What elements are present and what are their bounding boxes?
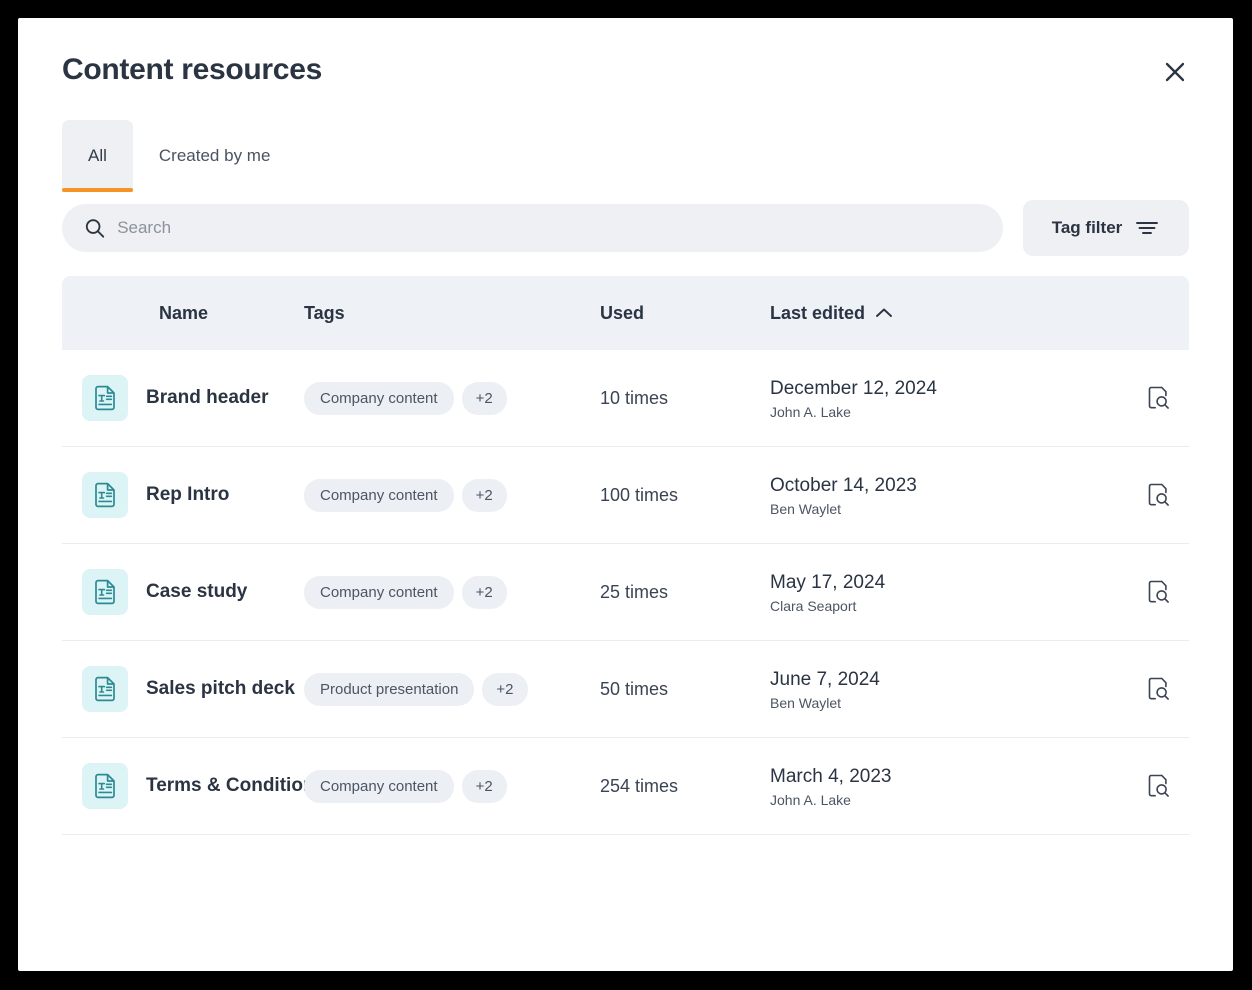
tag-overflow-pill[interactable]: +2 xyxy=(461,478,507,512)
cell-used-count: 25 times xyxy=(600,581,669,602)
page-title: Content resources xyxy=(62,53,322,86)
last-edited-author: Ben Waylet xyxy=(770,694,842,711)
tag-pill[interactable]: Company content xyxy=(304,381,454,415)
cell-used-count: 10 times xyxy=(600,387,669,408)
cell-used-count: 254 times xyxy=(600,775,679,796)
content-resources-modal: Content resources All Created by me Sear… xyxy=(18,18,1233,971)
document-preview-icon xyxy=(1148,580,1169,603)
cell-name: Case study xyxy=(62,569,304,615)
last-edited-date: May 17, 2024 xyxy=(770,572,886,594)
tag-pill[interactable]: Company content xyxy=(304,478,454,512)
last-edited-date: June 7, 2024 xyxy=(770,669,880,691)
column-header-last-edited-label: Last edited xyxy=(770,302,866,323)
table-row[interactable]: Sales pitch deck Product presentation +2… xyxy=(62,641,1189,738)
column-header-used-label: Used xyxy=(600,302,645,323)
tag-pill[interactable]: Product presentation xyxy=(304,672,475,706)
cell-used-count: 100 times xyxy=(600,484,679,505)
last-edited-date: March 4, 2023 xyxy=(770,766,892,788)
search-row: Tag filter xyxy=(18,200,1233,256)
cell-last-edited: March 4, 2023 John A. Lake xyxy=(770,764,1127,808)
column-header-name[interactable]: Name xyxy=(62,303,304,324)
table-row[interactable]: Rep Intro Company content +2 100 times O… xyxy=(62,447,1189,544)
last-edited-author: Ben Waylet xyxy=(770,500,842,517)
preview-button[interactable] xyxy=(1127,480,1189,510)
resource-name: Brand header xyxy=(146,387,269,408)
cell-used-count: 50 times xyxy=(600,678,669,699)
document-preview-icon xyxy=(1148,677,1169,700)
table-row[interactable]: Terms & Conditions Company content +2 25… xyxy=(62,738,1189,835)
last-edited-author: John A. Lake xyxy=(770,403,851,420)
preview-button[interactable] xyxy=(1127,771,1189,801)
document-preview-icon xyxy=(1148,386,1169,409)
resource-name: Case study xyxy=(146,581,248,602)
screen-root: Content resources All Created by me Sear… xyxy=(0,0,1252,990)
cell-name: Rep Intro xyxy=(62,472,304,518)
table-body: Brand header Company content +2 10 times… xyxy=(62,350,1189,835)
filter-icon xyxy=(1136,222,1159,234)
search-icon xyxy=(85,219,105,238)
preview-button[interactable] xyxy=(1127,383,1189,413)
column-header-used[interactable]: Used xyxy=(600,303,770,324)
tag-overflow-pill[interactable]: +2 xyxy=(461,575,507,609)
text-document-icon xyxy=(82,666,128,712)
text-document-icon xyxy=(82,472,128,518)
cell-tags: Company content +2 xyxy=(304,478,600,512)
column-header-last-edited[interactable]: Last edited xyxy=(770,303,1127,324)
tag-pill[interactable]: Company content xyxy=(304,575,454,609)
column-header-tags-label: Tags xyxy=(304,302,345,323)
document-preview-icon xyxy=(1148,774,1169,797)
preview-button[interactable] xyxy=(1127,674,1189,704)
cell-last-edited: May 17, 2024 Clara Seaport xyxy=(770,570,1127,614)
tab-created-by-me-label: Created by me xyxy=(158,146,271,165)
cell-name: Brand header xyxy=(62,375,304,421)
column-header-name-label: Name xyxy=(159,302,209,323)
document-preview-icon xyxy=(1148,483,1169,506)
tab-created-by-me[interactable]: Created by me xyxy=(133,120,297,192)
search-input[interactable] xyxy=(117,204,981,252)
resource-name: Sales pitch deck xyxy=(146,678,295,699)
tab-all[interactable]: All xyxy=(62,120,133,192)
chevron-up-icon xyxy=(876,308,892,317)
close-icon xyxy=(1165,62,1185,82)
tag-overflow-pill[interactable]: +2 xyxy=(461,381,507,415)
preview-button[interactable] xyxy=(1127,577,1189,607)
close-button[interactable] xyxy=(1157,54,1193,90)
modal-header: Content resources xyxy=(18,18,1233,90)
last-edited-author: Clara Seaport xyxy=(770,597,857,614)
resource-name: Terms & Conditions xyxy=(146,775,326,796)
cell-tags: Product presentation +2 xyxy=(304,672,600,706)
cell-tags: Company content +2 xyxy=(304,575,600,609)
table-header-row: Name Tags Used Last edited xyxy=(62,276,1189,350)
cell-tags: Company content +2 xyxy=(304,769,600,803)
cell-last-edited: June 7, 2024 Ben Waylet xyxy=(770,667,1127,711)
resource-name: Rep Intro xyxy=(146,484,230,505)
tag-filter-button[interactable]: Tag filter xyxy=(1023,200,1189,256)
last-edited-date: December 12, 2024 xyxy=(770,378,937,400)
last-edited-author: John A. Lake xyxy=(770,791,851,808)
tag-filter-label: Tag filter xyxy=(1051,218,1123,237)
last-edited-date: October 14, 2023 xyxy=(770,475,917,497)
tag-overflow-pill[interactable]: +2 xyxy=(482,672,528,706)
search-box[interactable] xyxy=(62,204,1003,252)
cell-tags: Company content +2 xyxy=(304,381,600,415)
cell-name: Sales pitch deck xyxy=(62,666,304,712)
tab-all-label: All xyxy=(88,146,107,165)
text-document-icon xyxy=(82,569,128,615)
tab-bar: All Created by me xyxy=(18,120,1233,192)
table-row[interactable]: Brand header Company content +2 10 times… xyxy=(62,350,1189,447)
column-header-tags[interactable]: Tags xyxy=(304,303,600,324)
text-document-icon xyxy=(82,375,128,421)
tag-overflow-pill[interactable]: +2 xyxy=(461,769,507,803)
cell-last-edited: December 12, 2024 John A. Lake xyxy=(770,376,1127,420)
resources-table: Name Tags Used Last edited Brand header … xyxy=(18,276,1233,835)
cell-name: Terms & Conditions xyxy=(62,763,325,809)
table-row[interactable]: Case study Company content +2 25 times M… xyxy=(62,544,1189,641)
cell-last-edited: October 14, 2023 Ben Waylet xyxy=(770,473,1127,517)
tag-pill[interactable]: Company content xyxy=(304,769,454,803)
text-document-icon xyxy=(82,763,128,809)
